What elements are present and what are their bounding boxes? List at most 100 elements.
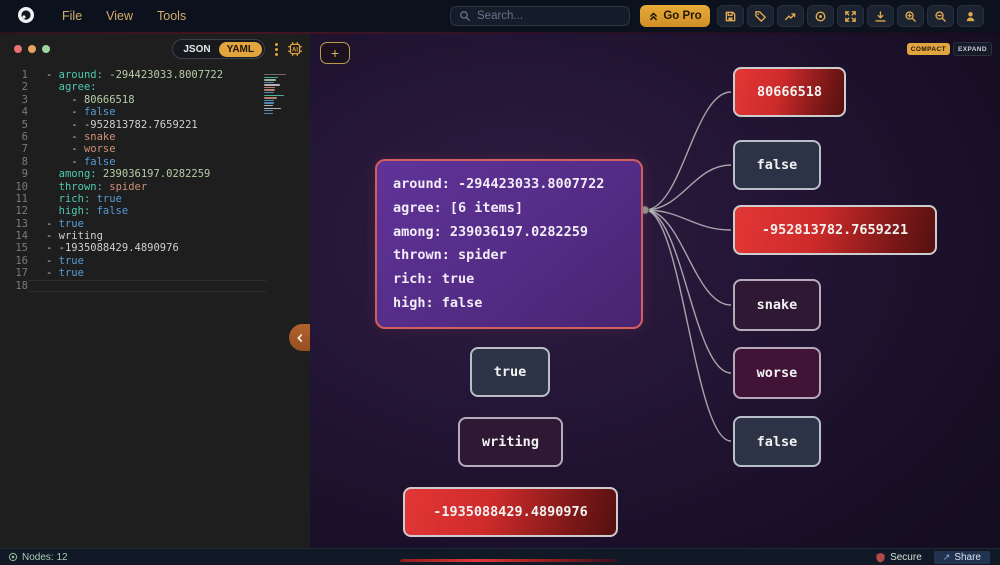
nodes-count-icon bbox=[8, 552, 18, 562]
code-line-text: - true bbox=[46, 254, 84, 267]
line-number: 2 bbox=[21, 81, 28, 94]
app-logo-icon[interactable] bbox=[17, 6, 35, 24]
code-line: 5 - -952813782.7659221 bbox=[0, 119, 310, 131]
fit-view-button[interactable] bbox=[837, 5, 864, 27]
code-line: 9 among: 239036197.0282259 bbox=[0, 168, 310, 180]
code-line: 14 - writing bbox=[0, 230, 310, 242]
download-button[interactable] bbox=[867, 5, 894, 27]
node-label: 80666518 bbox=[756, 84, 823, 100]
format-option-json[interactable]: JSON bbox=[175, 42, 218, 57]
secure-badge: Secure bbox=[875, 552, 922, 563]
code-line-text: - true bbox=[46, 267, 84, 280]
expand-view-button[interactable]: EXPAND bbox=[952, 42, 992, 56]
code-line-text: - false bbox=[46, 106, 116, 119]
trending-up-icon bbox=[784, 12, 796, 20]
code-line: 17 - true bbox=[0, 267, 310, 279]
node-label: snake bbox=[756, 297, 798, 313]
search-icon bbox=[460, 11, 470, 21]
zoom-out-button[interactable] bbox=[927, 5, 954, 27]
graph-node[interactable]: -1935088429.4890976 bbox=[403, 487, 618, 537]
graph-node[interactable]: snake bbox=[733, 279, 821, 331]
menu-file[interactable]: File bbox=[62, 9, 82, 23]
line-number: 14 bbox=[15, 230, 28, 243]
graph-node[interactable]: -952813782.7659221 bbox=[733, 205, 937, 255]
line-number: 16 bbox=[15, 254, 28, 267]
code-editor-panel: JSON YAML AI 1 - around: -294423033.80077… bbox=[0, 34, 310, 548]
trending-up-button[interactable] bbox=[777, 5, 804, 27]
editor-minimap bbox=[264, 74, 292, 115]
share-button[interactable]: ↗ Share bbox=[933, 550, 990, 564]
graph-node[interactable]: worse bbox=[733, 347, 821, 399]
share-label: Share bbox=[954, 551, 981, 563]
code-line: 12 high: false bbox=[0, 205, 310, 217]
share-arrow-icon: ↗ bbox=[942, 551, 951, 562]
code-line-text: among: 239036197.0282259 bbox=[58, 168, 211, 181]
editor-options-menu-icon[interactable] bbox=[270, 39, 282, 59]
status-bar: Nodes: 12 Secure ↗ Share bbox=[0, 548, 1000, 565]
graph-node[interactable]: false bbox=[733, 416, 821, 467]
code-line: 6 - snake bbox=[0, 131, 310, 143]
save-button[interactable] bbox=[717, 5, 744, 27]
zoom-in-button[interactable] bbox=[897, 5, 924, 27]
format-toggle: JSON YAML bbox=[172, 39, 265, 59]
line-number: 13 bbox=[15, 217, 28, 230]
zoom-in-icon bbox=[905, 10, 916, 22]
node-label: worse bbox=[756, 365, 798, 381]
dot-green-icon bbox=[42, 45, 50, 53]
line-number: 11 bbox=[15, 192, 28, 205]
menu-view[interactable]: View bbox=[106, 9, 133, 23]
line-number: 7 bbox=[21, 143, 28, 156]
main-node-row: rich: true bbox=[393, 271, 475, 288]
zoom-out-icon bbox=[935, 10, 946, 22]
code-line: 13 - true bbox=[0, 218, 310, 230]
code-line-text: - false bbox=[46, 155, 116, 168]
add-node-button[interactable]: + bbox=[320, 42, 350, 64]
dot-red-icon bbox=[14, 45, 22, 53]
format-option-yaml[interactable]: YAML bbox=[218, 41, 262, 57]
go-pro-button[interactable]: Go Pro bbox=[640, 5, 710, 27]
tag-button[interactable] bbox=[747, 5, 774, 27]
go-pro-label: Go Pro bbox=[663, 10, 702, 22]
ai-assistant-icon[interactable]: AI bbox=[286, 39, 304, 59]
search-input[interactable] bbox=[477, 10, 631, 22]
node-label: false bbox=[756, 157, 798, 173]
main-object-node[interactable]: around: -294423033.8007722 agree: [6 item… bbox=[375, 159, 643, 329]
top-bar: File View Tools Go Pro bbox=[0, 0, 1000, 32]
code-line-text bbox=[28, 279, 266, 293]
line-number: 17 bbox=[15, 267, 28, 280]
node-label: true bbox=[493, 364, 527, 380]
line-number: 5 bbox=[21, 118, 28, 131]
compact-view-button[interactable]: COMPACT bbox=[906, 43, 950, 55]
node-label: -952813782.7659221 bbox=[761, 222, 909, 238]
code-line: 18 bbox=[0, 279, 310, 293]
graph-canvas[interactable]: + COMPACT EXPAND around: -294423033.8007… bbox=[310, 34, 1000, 548]
chevron-left-icon bbox=[296, 333, 302, 342]
menu-tools[interactable]: Tools bbox=[157, 9, 186, 23]
code-line-text: - writing bbox=[46, 230, 103, 243]
code-line-text: - 80666518 bbox=[46, 93, 135, 106]
code-line: 11 rich: true bbox=[0, 193, 310, 205]
line-number: 10 bbox=[15, 180, 28, 193]
collapse-panel-button[interactable] bbox=[289, 324, 310, 351]
dot-orange-icon bbox=[28, 45, 36, 53]
graph-node[interactable]: true bbox=[470, 347, 550, 397]
code-line-text: - snake bbox=[46, 130, 116, 143]
line-number: 9 bbox=[21, 168, 28, 181]
svg-text:AI: AI bbox=[292, 48, 298, 54]
account-button[interactable] bbox=[957, 5, 984, 27]
target-button[interactable] bbox=[807, 5, 834, 27]
graph-node[interactable]: writing bbox=[458, 417, 563, 467]
nodes-count-label: Nodes: 12 bbox=[22, 551, 68, 563]
app-window: File View Tools Go Pro JSON YAML bbox=[0, 0, 1000, 565]
graph-node[interactable]: 80666518 bbox=[733, 67, 846, 117]
code-line-text: - -952813782.7659221 bbox=[46, 118, 198, 131]
code-line-text: thrown: spider bbox=[58, 180, 148, 193]
fit-view-icon bbox=[845, 10, 856, 22]
main-node-row: among: 239036197.0282259 bbox=[393, 223, 589, 240]
main-node-row: around: -294423033.8007722 bbox=[393, 176, 605, 192]
line-number: 4 bbox=[21, 106, 28, 119]
search-box[interactable] bbox=[450, 6, 631, 26]
main-node-row: thrown: spider bbox=[393, 247, 507, 264]
graph-node[interactable]: false bbox=[733, 140, 821, 190]
main-node-row: agree: [6 items] bbox=[393, 199, 524, 216]
